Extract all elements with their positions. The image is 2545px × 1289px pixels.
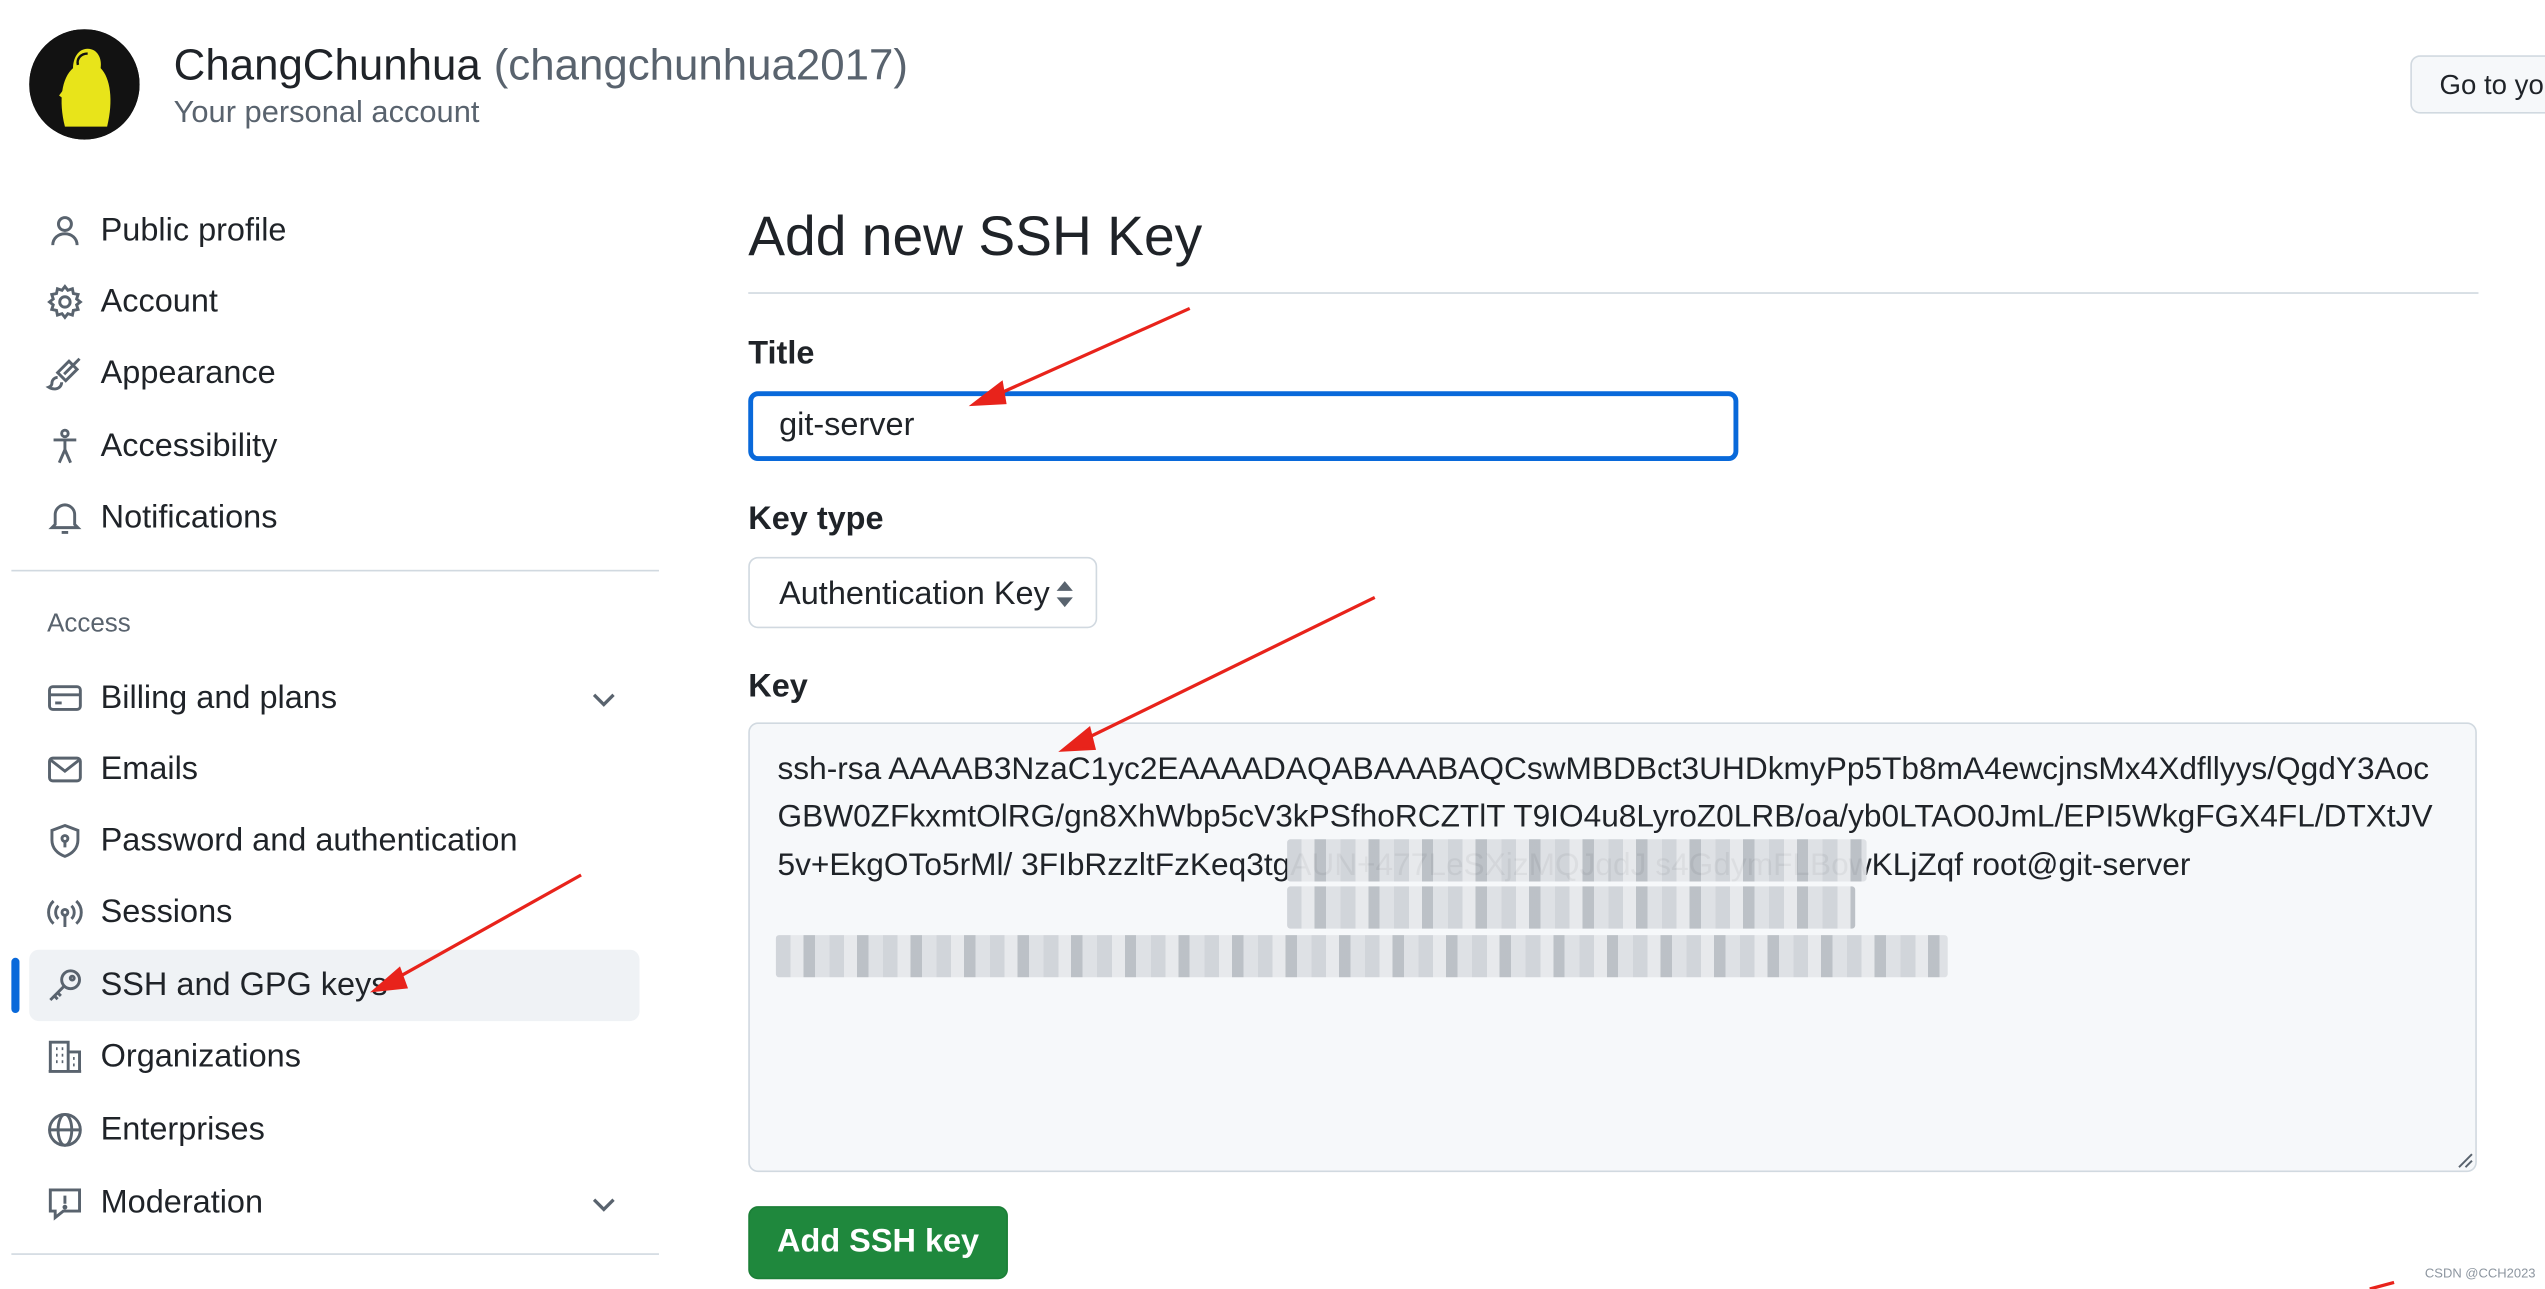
select-caret-icon — [1053, 578, 1076, 610]
watermark: CSDN @CCH2023 — [2424, 1266, 2536, 1281]
sidebar-item-label: Sessions — [100, 894, 233, 931]
sidebar-item-password-auth[interactable]: Password and authentication — [29, 805, 639, 876]
avatar[interactable] — [29, 29, 140, 140]
sidebar-item-label: Emails — [100, 751, 199, 788]
shield-lock-icon — [45, 821, 84, 860]
person-icon — [45, 211, 84, 250]
organization-icon — [45, 1037, 84, 1076]
redacted-region — [1287, 886, 1856, 929]
active-indicator — [11, 957, 20, 1014]
account-subtitle: Your personal account — [173, 95, 480, 130]
key-type-value: Authentication Key — [779, 576, 1050, 613]
redacted-region — [775, 935, 1948, 978]
sidebar-item-label: Billing and plans — [100, 680, 338, 716]
sidebar-item-notifications[interactable]: Notifications — [29, 482, 639, 553]
key-icon — [45, 966, 84, 1005]
sidebar-heading-access: Access — [47, 610, 131, 638]
annotation-arrow — [989, 306, 1191, 400]
key-label: Key — [748, 668, 808, 705]
account-name: ChangChunhua (changchunhua2017) — [174, 39, 908, 91]
sidebar-item-organizations[interactable]: Organizations — [29, 1021, 639, 1092]
sidebar-item-label: Moderation — [100, 1185, 264, 1221]
sidebar-item-label: Password and authentication — [100, 823, 518, 859]
sidebar-item-label: Enterprises — [100, 1112, 265, 1148]
go-to-profile-button[interactable]: Go to yo — [2410, 55, 2545, 114]
sidebar-item-emails[interactable]: Emails — [29, 734, 639, 805]
gear-icon — [45, 282, 84, 321]
key-type-label: Key type — [748, 501, 884, 538]
sidebar-item-label: Account — [100, 284, 218, 320]
title-input[interactable] — [748, 391, 1739, 462]
key-type-select[interactable]: Authentication Key — [748, 556, 1098, 629]
sidebar-item-moderation[interactable]: Moderation — [29, 1167, 639, 1238]
sidebar-item-appearance[interactable]: Appearance — [29, 338, 639, 409]
sidebar-item-billing[interactable]: Billing and plans — [29, 662, 639, 733]
sidebar-item-label: Public profile — [100, 212, 287, 249]
chevron-down-icon[interactable] — [586, 1187, 622, 1223]
credit-card-icon — [45, 679, 84, 718]
sidebar-item-account[interactable]: Account — [29, 266, 639, 337]
sidebar-item-label: Notifications — [100, 500, 278, 536]
sidebar-item-label: Organizations — [100, 1038, 301, 1075]
sidebar-item-label: Appearance — [100, 355, 276, 392]
redacted-region — [1287, 839, 1867, 882]
mail-icon — [45, 750, 84, 789]
sidebar-item-label: Accessibility — [100, 428, 278, 465]
add-ssh-key-button[interactable]: Add SSH key — [748, 1206, 1008, 1280]
page-title: Add new SSH Key — [748, 206, 1203, 268]
resize-handle-icon[interactable] — [2454, 1149, 2473, 1168]
paintbrush-icon — [45, 354, 84, 393]
sidebar-divider — [11, 569, 659, 572]
accessibility-icon — [45, 427, 84, 466]
sidebar-item-accessibility[interactable]: Accessibility — [29, 411, 639, 482]
sidebar-item-sessions[interactable]: Sessions — [29, 877, 639, 948]
sidebar-item-label: SSH and GPG keys — [100, 967, 388, 1004]
annotation-arrow — [2369, 1280, 2395, 1289]
display-name[interactable]: ChangChunhua — [174, 41, 481, 90]
globe-icon — [45, 1110, 84, 1149]
sidebar-item-ssh-gpg-keys[interactable]: SSH and GPG keys — [29, 949, 640, 1022]
sidebar-divider — [11, 1253, 659, 1255]
report-icon — [45, 1183, 84, 1222]
annotation-arrow — [1078, 595, 1376, 744]
chevron-down-icon[interactable] — [586, 682, 622, 718]
title-divider — [748, 292, 2479, 294]
broadcast-icon — [45, 893, 84, 932]
title-label: Title — [748, 336, 815, 372]
settings-page: ChangChunhua (changchunhua2017) Your pers… — [0, 0, 2545, 1289]
login-name: (changchunhua2017) — [493, 40, 908, 90]
sidebar-item-enterprises[interactable]: Enterprises — [29, 1094, 639, 1165]
sidebar-item-public-profile[interactable]: Public profile — [29, 195, 639, 266]
bell-icon — [45, 498, 84, 537]
